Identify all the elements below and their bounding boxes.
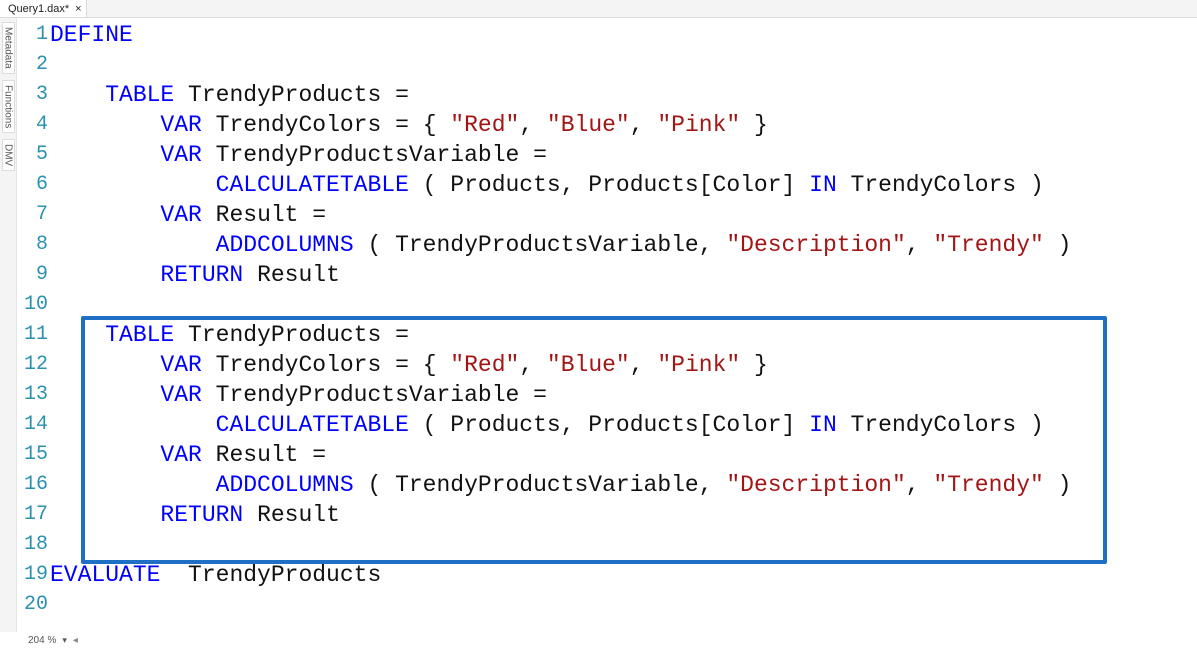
code-content[interactable]: ADDCOLUMNS ( TrendyProductsVariable, "De… [50,230,1071,260]
code-line[interactable]: 2 [17,50,1197,80]
scroll-left-icon[interactable]: ◂ [73,635,78,646]
line-number: 12 [17,350,50,380]
code-line[interactable]: 17 RETURN Result [17,500,1197,530]
code-content[interactable]: VAR TrendyColors = { "Red", "Blue", "Pin… [50,350,768,380]
line-number: 3 [17,80,50,110]
code-content[interactable]: EVALUATE TrendyProducts [50,560,381,590]
code-content[interactable]: CALCULATETABLE ( Products, Products[Colo… [50,410,1044,440]
editor-wrap: 1DEFINE23 TABLE TrendyProducts =4 VAR Tr… [17,18,1197,632]
code-content[interactable]: VAR Result = [50,200,326,230]
code-line[interactable]: 16 ADDCOLUMNS ( TrendyProductsVariable, … [17,470,1197,500]
code-content[interactable]: DEFINE [50,20,133,50]
code-content[interactable]: VAR TrendyProductsVariable = [50,380,547,410]
file-tab[interactable]: Query1.dax* × [0,0,87,17]
zoom-dropdown-icon[interactable]: ▾ [62,635,67,646]
code-content[interactable]: CALCULATETABLE ( Products, Products[Colo… [50,170,1044,200]
app-root: Query1.dax* × Metadata Functions DMV 1DE… [0,0,1197,648]
line-number: 11 [17,320,50,350]
line-number: 20 [17,590,50,620]
code-editor[interactable]: 1DEFINE23 TABLE TrendyProducts =4 VAR Tr… [17,18,1197,620]
code-content[interactable]: RETURN Result [50,500,340,530]
side-tab-dmv[interactable]: DMV [2,139,15,171]
line-number: 8 [17,230,50,260]
side-tab-strip: Metadata Functions DMV [0,18,17,632]
line-number: 6 [17,170,50,200]
editor-body: Metadata Functions DMV 1DEFINE23 TABLE T… [0,18,1197,632]
line-number: 18 [17,530,50,560]
code-line[interactable]: 5 VAR TrendyProductsVariable = [17,140,1197,170]
code-line[interactable]: 19EVALUATE TrendyProducts [17,560,1197,590]
code-line[interactable]: 4 VAR TrendyColors = { "Red", "Blue", "P… [17,110,1197,140]
line-number: 1 [17,20,50,50]
code-line[interactable]: 11 TABLE TrendyProducts = [17,320,1197,350]
code-content[interactable]: TABLE TrendyProducts = [50,320,409,350]
line-number: 14 [17,410,50,440]
line-number: 17 [17,500,50,530]
line-number: 10 [17,290,50,320]
code-content[interactable]: VAR Result = [50,440,326,470]
code-content[interactable]: VAR TrendyColors = { "Red", "Blue", "Pin… [50,110,768,140]
code-line[interactable]: 8 ADDCOLUMNS ( TrendyProductsVariable, "… [17,230,1197,260]
line-number: 2 [17,50,50,80]
code-line[interactable]: 1DEFINE [17,20,1197,50]
code-line[interactable]: 7 VAR Result = [17,200,1197,230]
code-line[interactable]: 14 CALCULATETABLE ( Products, Products[C… [17,410,1197,440]
close-icon[interactable]: × [75,3,81,15]
status-bar: 204 % ▾ ◂ [0,632,1197,648]
code-line[interactable]: 10 [17,290,1197,320]
code-line[interactable]: 15 VAR Result = [17,440,1197,470]
code-line[interactable]: 12 VAR TrendyColors = { "Red", "Blue", "… [17,350,1197,380]
line-number: 15 [17,440,50,470]
code-content[interactable]: TABLE TrendyProducts = [50,80,409,110]
code-line[interactable]: 20 [17,590,1197,620]
line-number: 9 [17,260,50,290]
code-content[interactable]: RETURN Result [50,260,340,290]
code-line[interactable]: 13 VAR TrendyProductsVariable = [17,380,1197,410]
code-line[interactable]: 18 [17,530,1197,560]
code-content[interactable]: ADDCOLUMNS ( TrendyProductsVariable, "De… [50,470,1071,500]
code-content[interactable]: VAR TrendyProductsVariable = [50,140,547,170]
line-number: 5 [17,140,50,170]
code-line[interactable]: 9 RETURN Result [17,260,1197,290]
line-number: 7 [17,200,50,230]
code-line[interactable]: 6 CALCULATETABLE ( Products, Products[Co… [17,170,1197,200]
side-tab-metadata[interactable]: Metadata [2,22,15,74]
tab-bar: Query1.dax* × [0,0,1197,18]
line-number: 16 [17,470,50,500]
line-number: 13 [17,380,50,410]
code-line[interactable]: 3 TABLE TrendyProducts = [17,80,1197,110]
file-tab-title: Query1.dax* [8,3,69,15]
zoom-level: 204 % [28,635,56,646]
side-tab-functions[interactable]: Functions [2,80,15,133]
line-number: 19 [17,560,50,590]
line-number: 4 [17,110,50,140]
